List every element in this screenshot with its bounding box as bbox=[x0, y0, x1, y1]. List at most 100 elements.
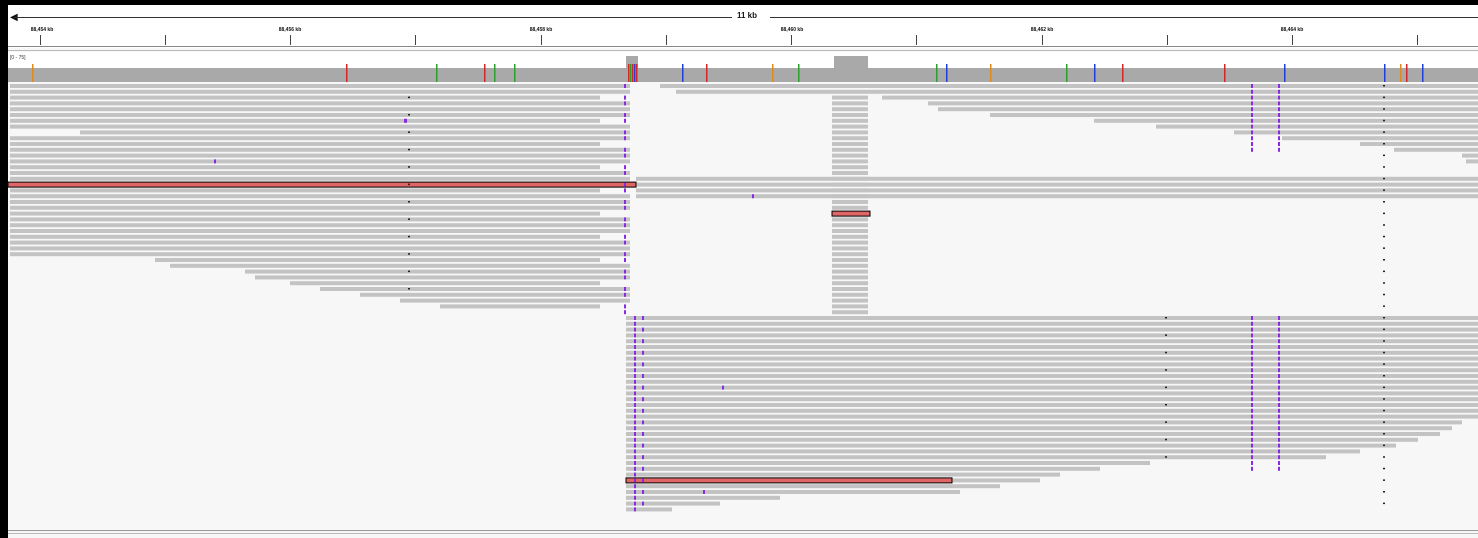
aligned-read bbox=[320, 287, 630, 291]
coverage-track[interactable]: [0 - 75] bbox=[8, 52, 1478, 82]
aligned-read bbox=[10, 171, 630, 175]
igv-alignment-viewer[interactable]: ◀ 11 kb 88,454 kb 88,456 kb 88,458 kb 88… bbox=[0, 0, 1478, 538]
mismatch-dot bbox=[1383, 96, 1385, 99]
insertion-marker bbox=[634, 490, 636, 494]
span-line-left bbox=[14, 17, 732, 18]
aligned-read bbox=[10, 200, 630, 204]
mismatch-dot bbox=[408, 166, 410, 168]
insertion-marker bbox=[1251, 426, 1253, 431]
mismatch-dot bbox=[1383, 317, 1385, 319]
mismatch-dot bbox=[1165, 456, 1167, 458]
insertion-marker bbox=[1278, 113, 1280, 117]
insertion-marker bbox=[624, 118, 626, 123]
aligned-read bbox=[832, 217, 868, 222]
aligned-read bbox=[10, 113, 630, 117]
insertion-marker bbox=[1251, 316, 1253, 320]
mismatch-dot bbox=[408, 201, 410, 203]
mismatch-dot bbox=[1383, 259, 1385, 261]
mismatch-dot bbox=[408, 288, 410, 290]
coverage-mismatch bbox=[636, 64, 638, 82]
insertion-marker bbox=[1278, 443, 1280, 448]
genomic-ruler[interactable]: ◀ 11 kb 88,454 kb 88,456 kb 88,458 kb 88… bbox=[8, 5, 1478, 48]
aligned-read bbox=[832, 263, 868, 268]
insertion-marker bbox=[624, 101, 626, 106]
insertion-marker bbox=[642, 443, 644, 448]
coverage-mismatch bbox=[628, 64, 630, 82]
aligned-read bbox=[626, 437, 1418, 442]
aligned-read bbox=[1234, 130, 1478, 135]
tick-label: 88,464 kb bbox=[1280, 27, 1304, 33]
insertion-marker bbox=[1251, 443, 1253, 448]
insertion-marker bbox=[634, 432, 636, 436]
aligned-read bbox=[626, 368, 1478, 373]
mismatch-dot bbox=[1165, 369, 1167, 371]
tick-mark bbox=[1292, 35, 1293, 45]
insertion-marker bbox=[1251, 420, 1253, 425]
insertion-marker bbox=[634, 321, 636, 326]
aligned-read bbox=[938, 107, 1478, 112]
mismatch-dot bbox=[1383, 456, 1385, 458]
aligned-read bbox=[626, 443, 1396, 448]
insertion-marker bbox=[1278, 124, 1280, 129]
aligned-read bbox=[400, 298, 630, 303]
insertion-marker bbox=[214, 159, 216, 164]
insertion-marker bbox=[642, 432, 644, 436]
aligned-read bbox=[626, 495, 780, 500]
mismatch-dot bbox=[1383, 282, 1385, 284]
aligned-read bbox=[626, 466, 1100, 471]
insertion-marker bbox=[1278, 101, 1280, 106]
coverage-mismatch bbox=[1422, 64, 1424, 82]
insertion-marker bbox=[1278, 385, 1280, 390]
aligned-read bbox=[10, 252, 630, 257]
mismatch-dot bbox=[1383, 177, 1385, 180]
aligned-read bbox=[832, 194, 868, 199]
insertion-marker bbox=[1251, 118, 1253, 123]
aligned-read bbox=[832, 287, 868, 291]
alignment-reads-track[interactable] bbox=[0, 82, 1478, 522]
aligned-read bbox=[832, 205, 868, 210]
mismatch-dot bbox=[408, 131, 410, 133]
mismatch-dot bbox=[408, 235, 410, 238]
mismatch-dot bbox=[1165, 421, 1167, 423]
insertion-marker bbox=[642, 478, 644, 483]
aligned-read bbox=[832, 165, 868, 170]
aligned-read bbox=[10, 234, 600, 239]
insertion-marker bbox=[634, 420, 636, 425]
mismatch-dot bbox=[1383, 421, 1385, 423]
mismatch-dot bbox=[1383, 154, 1385, 157]
aligned-read bbox=[626, 391, 1478, 396]
aligned-read bbox=[832, 298, 868, 303]
aligned-read bbox=[626, 397, 1478, 402]
mismatch-dot bbox=[1383, 131, 1385, 133]
aligned-read bbox=[626, 345, 1478, 349]
mismatch-dot bbox=[1383, 328, 1385, 331]
coverage-mismatch bbox=[990, 64, 992, 82]
insertion-marker bbox=[1251, 339, 1253, 344]
insertion-marker bbox=[624, 240, 626, 245]
aligned-read bbox=[626, 455, 1326, 460]
insertion-marker bbox=[1278, 437, 1280, 442]
insertion-marker bbox=[642, 362, 644, 367]
insertion-marker bbox=[1278, 89, 1280, 94]
aligned-read bbox=[626, 484, 1000, 489]
insertion-marker bbox=[634, 478, 636, 483]
insertion-marker bbox=[634, 461, 636, 465]
aligned-read bbox=[626, 449, 1360, 454]
aligned-read bbox=[80, 130, 630, 135]
insertion-marker bbox=[624, 165, 626, 170]
insertion-marker bbox=[634, 495, 636, 500]
aligned-read bbox=[626, 327, 1478, 332]
mismatch-dot bbox=[1165, 351, 1167, 354]
insertion-marker bbox=[1278, 391, 1280, 396]
insertion-marker bbox=[624, 258, 626, 262]
aligned-read bbox=[636, 176, 1478, 181]
insertion-marker bbox=[634, 449, 636, 454]
aligned-read bbox=[832, 95, 868, 100]
insertion-marker bbox=[1251, 107, 1253, 112]
insertion-marker bbox=[1278, 345, 1280, 349]
aligned-read bbox=[626, 339, 1478, 344]
insertion-marker bbox=[1251, 95, 1253, 100]
insertion-marker bbox=[1278, 107, 1280, 112]
insertion-marker bbox=[634, 316, 636, 320]
tick-mark bbox=[415, 35, 416, 45]
